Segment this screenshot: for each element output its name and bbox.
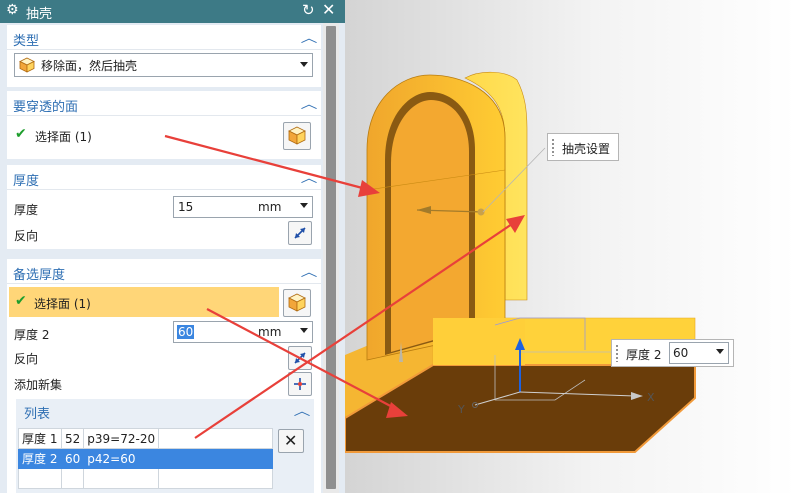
type-section-header[interactable]: 类型 ︿	[7, 25, 321, 50]
dialog-titlebar: ⚙ 抽壳 ↻ ✕	[0, 0, 345, 23]
thickness-list-table: 厚度 1 52 p39=72-20 厚度 2 60 p42=60	[18, 428, 273, 489]
row-expression: p42=60	[83, 448, 160, 469]
thickness-section-header[interactable]: 厚度 ︿	[7, 165, 321, 190]
row-value	[60, 468, 85, 489]
reverse-label: 反向	[14, 229, 39, 243]
alt-reverse-label: 反向	[14, 352, 39, 366]
thickness2-input[interactable]: 60 mm	[173, 321, 313, 343]
check-icon: ✔	[15, 293, 27, 309]
row-expression	[83, 468, 160, 489]
shell-type-dropdown[interactable]: 移除面，然后抽壳	[14, 53, 313, 77]
row-empty	[158, 448, 273, 469]
table-row[interactable]: 厚度 1 52 p39=72-20	[18, 428, 273, 449]
chevron-down-icon[interactable]	[716, 349, 724, 354]
add-set-icon	[294, 378, 306, 390]
select-face-button[interactable]	[283, 122, 311, 150]
delete-icon: ✕	[284, 431, 298, 450]
axis-y-label: Y	[457, 403, 465, 416]
type-section-title: 类型	[13, 34, 40, 49]
graphics-viewport[interactable]: X Y 抽壳设置 厚度 2 60	[345, 0, 797, 493]
type-section: 类型 ︿ 移除面，然后抽壳	[7, 25, 321, 87]
chevron-up-icon[interactable]: ︿	[294, 402, 311, 419]
shell-settings-label: 抽壳设置	[562, 142, 611, 156]
row-empty	[158, 468, 273, 489]
pierce-face-select-label[interactable]: 选择面 (1)	[35, 128, 92, 145]
thickness2-callout-input[interactable]: 60	[669, 342, 729, 364]
chevron-down-icon[interactable]	[300, 328, 308, 333]
table-row[interactable]: 厚度 2 60 p42=60	[18, 448, 273, 469]
thickness-input[interactable]: 15 mm	[173, 196, 313, 218]
thickness2-unit: mm	[258, 325, 282, 339]
row-value: 60	[60, 448, 85, 469]
alt-reverse-direction-button[interactable]	[288, 346, 312, 370]
dialog-title: 抽壳	[26, 7, 53, 22]
chevron-down-icon	[300, 62, 308, 67]
drag-grip-icon[interactable]	[551, 138, 555, 156]
chevron-up-icon[interactable]: ︿	[301, 95, 318, 112]
drag-grip-icon[interactable]	[615, 344, 619, 362]
thickness2-callout-value[interactable]: 60	[673, 346, 688, 360]
pierce-face-section-title: 要穿透的面	[13, 100, 79, 115]
thickness2-callout-label: 厚度 2	[626, 348, 662, 362]
list-subsection-title: 列表	[24, 407, 51, 422]
thickness-label: 厚度	[14, 203, 39, 217]
scrollbar-thumb[interactable]	[326, 26, 336, 489]
row-empty	[158, 428, 273, 449]
reverse-icon	[294, 352, 306, 364]
alt-select-face-button[interactable]	[283, 289, 311, 317]
reverse-icon	[294, 227, 306, 239]
alt-select-face-label: 选择面 (1)	[34, 297, 91, 311]
cube-icon	[19, 57, 35, 73]
table-row[interactable]	[18, 468, 273, 489]
row-name: 厚度 2	[18, 448, 62, 469]
row-name: 厚度 1	[18, 428, 62, 449]
reset-icon[interactable]: ↻	[302, 1, 315, 19]
check-icon: ✔	[15, 126, 27, 142]
thickness2-label: 厚度 2	[14, 328, 50, 342]
row-name	[18, 468, 62, 489]
cube-icon	[288, 293, 306, 312]
cube-icon	[288, 126, 306, 145]
row-expression: p39=72-20	[83, 428, 160, 449]
thickness-section-title: 厚度	[13, 174, 40, 189]
axis-x-label: X	[647, 391, 655, 404]
shell-dialog: ⚙ 抽壳 ↻ ✕ 类型 ︿ 移除面，然后抽壳 要穿透的面 ︿ ✔ 选择面 (1)	[0, 0, 345, 493]
chevron-up-icon[interactable]: ︿	[301, 29, 318, 46]
alt-select-face-row[interactable]: ✔ 选择面 (1)	[9, 287, 279, 317]
reverse-direction-button[interactable]	[288, 221, 312, 245]
thickness2-callout[interactable]: 厚度 2 60	[611, 339, 734, 367]
shell-settings-callout[interactable]: 抽壳设置	[547, 133, 619, 161]
pierce-face-section-header[interactable]: 要穿透的面 ︿	[7, 91, 321, 116]
add-new-set-button[interactable]	[288, 372, 312, 396]
delete-row-button[interactable]: ✕	[278, 429, 304, 453]
part-model[interactable]: X Y	[345, 0, 797, 493]
gear-icon[interactable]: ⚙	[6, 2, 19, 18]
pierce-face-section: 要穿透的面 ︿ ✔ 选择面 (1)	[7, 91, 321, 159]
base-wall-face	[433, 318, 525, 365]
alternate-thickness-section-header[interactable]: 备选厚度 ︿	[7, 259, 321, 284]
arch-inner-face	[391, 100, 469, 352]
chevron-down-icon[interactable]	[300, 203, 308, 208]
alternate-thickness-section-title: 备选厚度	[13, 268, 66, 283]
thickness-value[interactable]: 15	[178, 200, 193, 214]
thickness2-value[interactable]: 60	[177, 325, 195, 339]
chevron-up-icon[interactable]: ︿	[301, 169, 318, 186]
close-icon[interactable]: ✕	[322, 0, 335, 19]
chevron-up-icon[interactable]: ︿	[301, 263, 318, 280]
add-new-set-label: 添加新集	[14, 378, 63, 392]
shell-type-value: 移除面，然后抽壳	[41, 59, 138, 73]
thickness-unit: mm	[258, 200, 282, 214]
row-value: 52	[60, 428, 85, 449]
list-subsection-header[interactable]: 列表 ︿	[16, 399, 314, 423]
thickness-section: 厚度 ︿ 厚度 15 mm 反向	[7, 165, 321, 249]
